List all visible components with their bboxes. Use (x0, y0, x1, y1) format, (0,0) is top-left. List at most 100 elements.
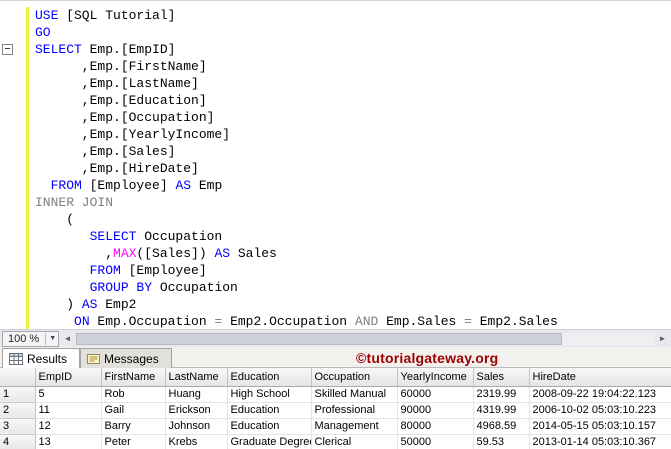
change-tracking-bar (26, 160, 29, 177)
grid-cell[interactable]: 5 (35, 386, 102, 403)
code-line[interactable]: ,MAX([Sales]) AS Sales (0, 245, 671, 262)
column-header-occupation[interactable]: Occupation (311, 368, 398, 387)
grid-cell[interactable]: 4968.59 (473, 418, 530, 435)
outline-gutter (0, 24, 26, 41)
column-header-sales[interactable]: Sales (473, 368, 530, 387)
row-header[interactable]: 4 (0, 434, 36, 449)
column-header-yearlyincome[interactable]: YearlyIncome (397, 368, 474, 387)
change-tracking-bar (26, 296, 29, 313)
column-header-empid[interactable]: EmpID (35, 368, 102, 387)
change-tracking-bar (26, 58, 29, 75)
column-header-hiredate[interactable]: HireDate (529, 368, 671, 387)
grid-cell[interactable]: 2008-09-22 19:04:22.123 (529, 386, 671, 403)
sql-editor[interactable]: USE [SQL Tutorial] GO − SELECT Emp.[EmpID] … (0, 1, 671, 329)
grid-cell[interactable]: Clerical (311, 434, 398, 449)
code-text: SELECT Occupation (89, 229, 223, 244)
grid-cell[interactable]: Barry (101, 418, 166, 435)
scrollbar-thumb[interactable] (76, 332, 562, 345)
column-header-education[interactable]: Education (227, 368, 312, 387)
zoom-level: 100 % (8, 332, 40, 345)
code-line[interactable]: INNER JOIN (0, 194, 671, 211)
code-line[interactable]: GROUP BY Occupation (0, 279, 671, 296)
grid-cell[interactable]: 2014-05-15 05:03:10.157 (529, 418, 671, 435)
tab-messages-label: Messages (104, 351, 159, 366)
outline-gutter (0, 228, 26, 245)
scroll-right-icon[interactable]: ► (654, 334, 671, 343)
row-header[interactable]: 2 (0, 402, 36, 419)
outline-gutter (0, 7, 26, 24)
grid-cell[interactable]: Erickson (165, 402, 228, 419)
grid-cell[interactable]: High School (227, 386, 312, 403)
grid-cell[interactable]: Management (311, 418, 398, 435)
grid-cell[interactable]: Rob (101, 386, 166, 403)
code-line[interactable]: ,Emp.[Sales] (0, 143, 671, 160)
grid-cell[interactable]: 60000 (397, 386, 474, 403)
code-line[interactable]: ,Emp.[Occupation] (0, 109, 671, 126)
code-line[interactable]: FROM [Employee] AS Emp (0, 177, 671, 194)
code-line[interactable]: ,Emp.[HireDate] (0, 160, 671, 177)
grid-cell[interactable]: 90000 (397, 402, 474, 419)
tab-messages[interactable]: Messages (80, 348, 172, 368)
grid-cell[interactable]: 12 (35, 418, 102, 435)
results-grid: EmpID FirstName LastName Education Occupatio… (0, 368, 671, 449)
grid-cell[interactable]: 11 (35, 402, 102, 419)
grid-cell[interactable]: Peter (101, 434, 166, 449)
code-line[interactable]: ,Emp.[Education] (0, 92, 671, 109)
column-header-firstname[interactable]: FirstName (101, 368, 166, 387)
watermark-text: ©tutorialgateway.org (356, 350, 499, 366)
code-line[interactable]: − SELECT Emp.[EmpID] (0, 41, 671, 58)
grid-cell[interactable]: 2319.99 (473, 386, 530, 403)
grid-cell[interactable]: Education (227, 418, 312, 435)
code-line[interactable]: ) AS Emp2 (0, 296, 671, 313)
code-line[interactable]: ( (0, 211, 671, 228)
code-text: ,Emp.[LastName] (35, 76, 199, 91)
code-text: FROM [Employee] (89, 263, 207, 278)
grid-cell[interactable]: Education (227, 402, 312, 419)
code-line[interactable]: ON Emp.Occupation = Emp2.Occupation AND … (0, 313, 671, 329)
grid-cell[interactable]: 59.53 (473, 434, 530, 449)
scroll-left-icon[interactable]: ◄ (59, 334, 76, 343)
row-header[interactable]: 1 (0, 386, 36, 403)
grid-cell[interactable]: 50000 (397, 434, 474, 449)
outline-gutter (0, 160, 26, 177)
code-line[interactable]: ,Emp.[LastName] (0, 75, 671, 92)
ssms-window: USE [SQL Tutorial] GO − SELECT Emp.[EmpID] … (0, 0, 671, 449)
code-line[interactable]: GO (0, 24, 671, 41)
grid-cell[interactable]: 13 (35, 434, 102, 449)
scrollbar-track[interactable] (76, 332, 654, 345)
zoom-control[interactable]: 100 % ▼ (2, 330, 60, 347)
code-line[interactable]: ,Emp.[FirstName] (0, 58, 671, 75)
grid-cell[interactable]: 80000 (397, 418, 474, 435)
code-text: ON Emp.Occupation = Emp2.Occupation AND … (74, 314, 558, 329)
code-line[interactable]: SELECT Occupation (0, 228, 671, 245)
horizontal-scrollbar[interactable]: ◄ ► (59, 330, 671, 347)
change-tracking-bar (26, 313, 29, 329)
grid-corner-cell[interactable] (0, 368, 36, 387)
grid-cell[interactable]: Krebs (165, 434, 228, 449)
results-grid-pane: EmpID FirstName LastName Education Occupatio… (0, 368, 671, 449)
grid-cell[interactable]: Huang (165, 386, 228, 403)
change-tracking-bar (26, 228, 29, 245)
grid-cell[interactable]: 4319.99 (473, 402, 530, 419)
outline-gutter (0, 109, 26, 126)
grid-cell[interactable]: Gail (101, 402, 166, 419)
change-tracking-bar (26, 92, 29, 109)
collapse-region-icon[interactable]: − (2, 44, 13, 55)
outline-gutter (0, 279, 26, 296)
grid-cell[interactable]: Professional (311, 402, 398, 419)
column-header-lastname[interactable]: LastName (165, 368, 228, 387)
change-tracking-bar (26, 41, 29, 58)
zoom-dropdown-icon[interactable]: ▼ (45, 332, 56, 345)
grid-cell[interactable]: 2006-10-02 05:03:10.223 (529, 402, 671, 419)
code-line[interactable]: USE [SQL Tutorial] (0, 7, 671, 24)
grid-cell[interactable]: Skilled Manual (311, 386, 398, 403)
row-header[interactable]: 3 (0, 418, 36, 435)
tab-results[interactable]: Results (2, 348, 81, 368)
code-line[interactable]: FROM [Employee] (0, 262, 671, 279)
grid-cell[interactable]: 2013-01-14 05:03:10.367 (529, 434, 671, 449)
editor-statusbar: 100 % ▼ ◄ ► (0, 329, 671, 347)
grid-cell[interactable]: Johnson (165, 418, 228, 435)
change-tracking-bar (26, 177, 29, 194)
code-line[interactable]: ,Emp.[YearlyIncome] (0, 126, 671, 143)
grid-cell[interactable]: Graduate Degree (227, 434, 312, 449)
